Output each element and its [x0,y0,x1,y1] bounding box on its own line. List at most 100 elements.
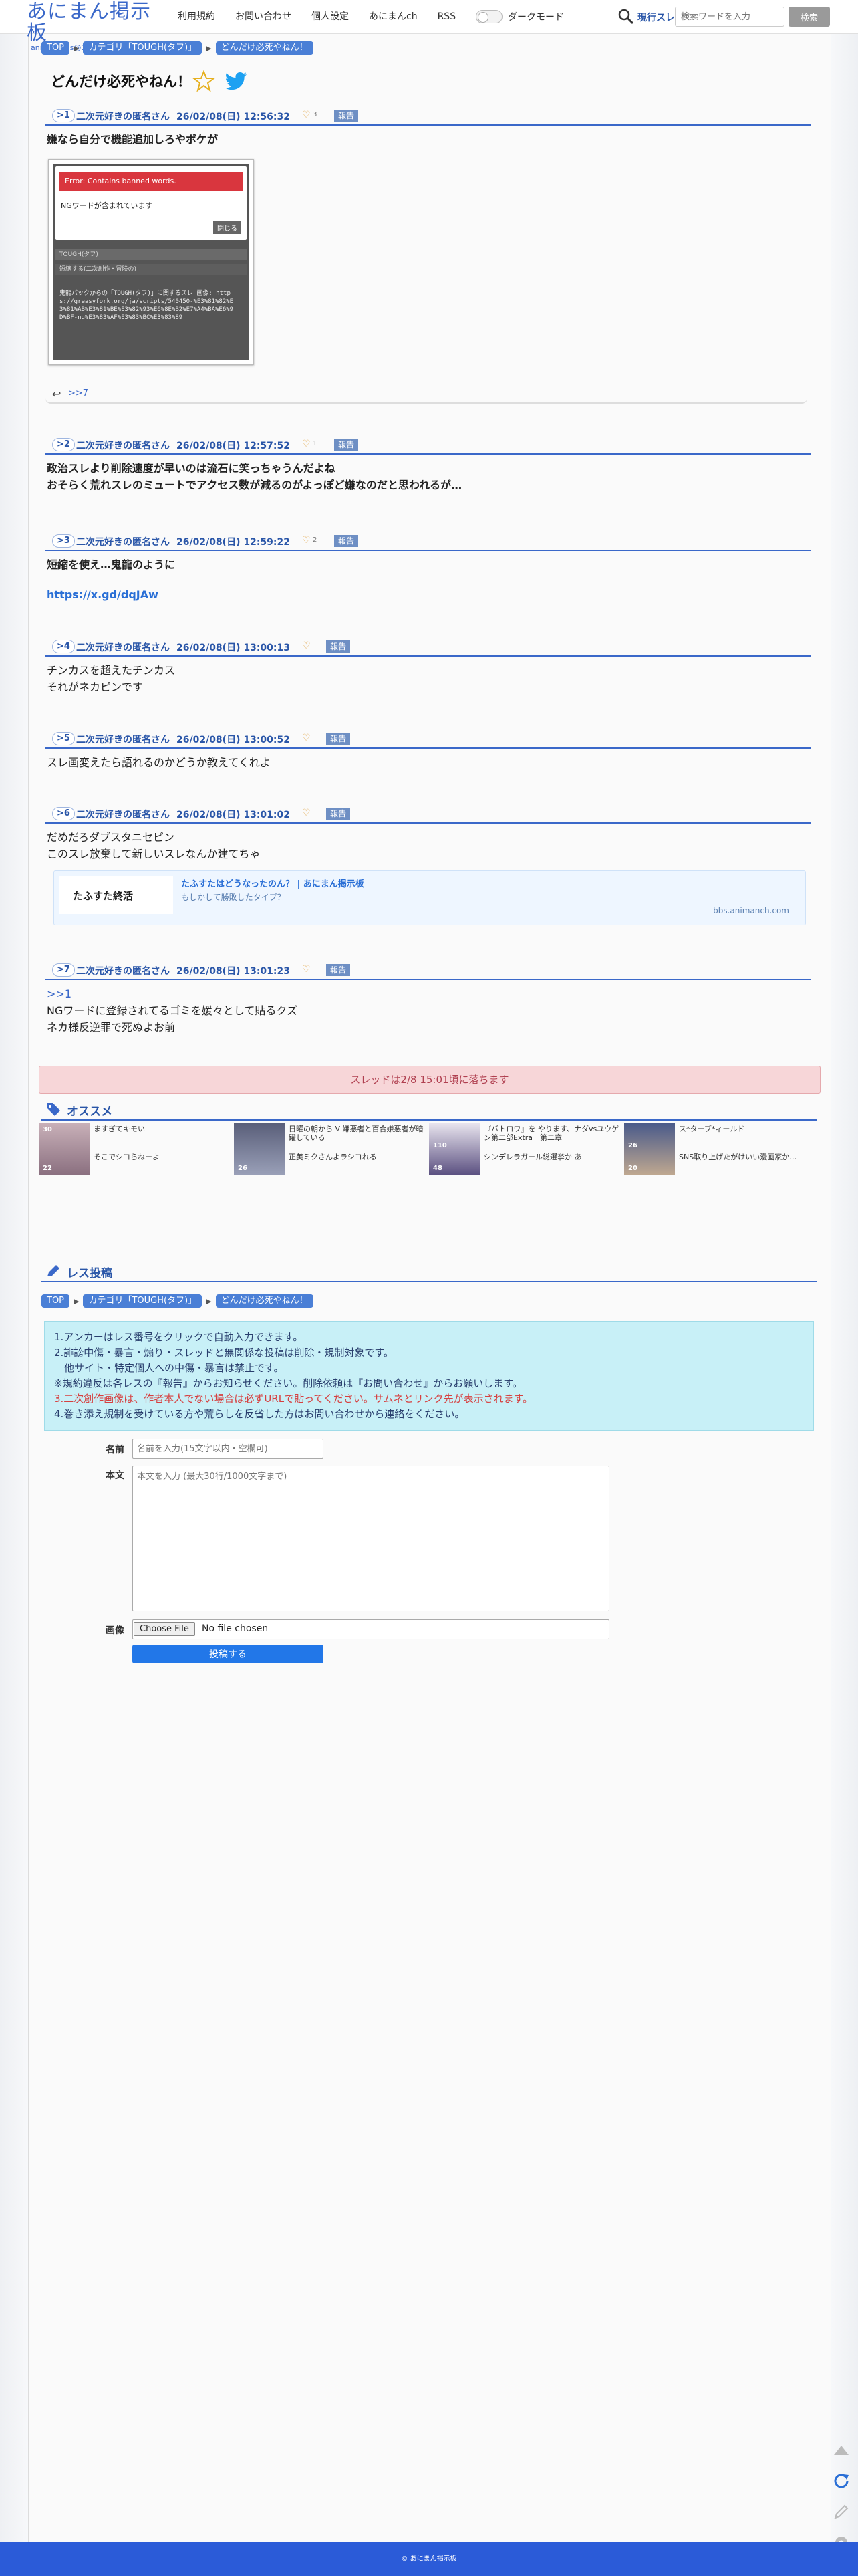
choose-file-button[interactable]: Choose File [134,1622,195,1636]
post-image[interactable]: Error: Contains banned words. NGワードが含まれて… [48,159,254,365]
post-number[interactable]: >5 [52,732,75,745]
report-button[interactable]: 報告 [334,535,359,547]
nav-settings[interactable]: 個人設定 [311,9,349,24]
post-author: 二次元好きの匿名さん [76,810,170,820]
recommend-title-text[interactable]: ス*ターブ*ィールド [679,1125,818,1133]
post-header: >3 二次元好きの匿名さん 26/02/08(日) 12:59:22 ♡ 2 報… [45,534,811,551]
post-date: 26/02/08(日) 12:56:32 [176,112,290,122]
heart-icon[interactable]: ♡ [302,964,311,975]
card-title[interactable]: たふすたはどうなったのん？ | あにまん掲示板 [181,876,364,889]
recommend-item[interactable]: 110 48 『バトロワ』を やります、ナダvsユウゲン第二部Extra 第二章 … [429,1123,621,1179]
recommend-count: 22 [43,1165,52,1172]
report-button[interactable]: 報告 [326,964,351,976]
post-number[interactable]: >4 [52,640,75,653]
pencil-icon [47,1265,59,1276]
recommend-item[interactable]: 30 22 ますぎてキモい そこでシコらねーよ [39,1123,231,1179]
post-author: 二次元好きの匿名さん [76,642,170,653]
reply-anchor-link[interactable]: >>7 [68,388,88,398]
card-description: もしかして勝敗したタイプ？ [181,893,285,902]
heart-icon[interactable]: ♡ [302,439,311,449]
post-date: 26/02/08(日) 13:00:52 [176,735,290,745]
post-line: おそらく荒れスレのミュートでアクセス数が減るのがよっぽど嫌なのだと思われるが… [47,479,462,491]
recommend-item[interactable]: 26 20 ス*ターブ*ィールド SNS取り上げたがけいい漫画家か… [624,1123,817,1179]
post-author: 二次元好きの匿名さん [76,537,170,548]
scroll-top-icon[interactable] [831,2440,851,2460]
report-button[interactable]: 報告 [334,110,359,122]
post-author: 二次元好きの匿名さん [76,966,170,977]
nav-rss[interactable]: RSS [438,9,456,24]
heart-icon[interactable]: ♡ [302,640,311,651]
nav-contact[interactable]: お問い合わせ [235,9,291,24]
like-count: 3 [313,111,317,118]
post-link[interactable]: https://x.gd/dqJAw [47,586,811,603]
post-number[interactable]: >3 [52,534,75,548]
rule-line: 2.誹謗中傷・暴言・煽り・スレッドと無関係な投稿は削除・規制対象です。 [54,1346,394,1359]
breadcrumb-thread[interactable]: どんだけ必死やねん！ [215,41,313,55]
body-field[interactable] [132,1466,609,1611]
post-number[interactable]: >1 [52,109,75,122]
recommend-title: オススメ [67,1105,112,1119]
heart-icon[interactable]: ♡ [302,733,311,743]
search-input[interactable] [675,7,784,27]
post-header: >7 二次元好きの匿名さん 26/02/08(日) 13:01:23 ♡ 報告 [45,963,811,980]
breadcrumb-thread[interactable]: どんだけ必死やねん！ [215,1294,313,1308]
heart-icon[interactable]: ♡ [302,808,311,818]
recommend-title-text[interactable]: 日曜の朝から V 嫌悪者と百合嫌悪者が暗躍している [289,1125,428,1142]
twitter-icon[interactable] [225,72,247,92]
nav-animanch[interactable]: あにまんch [369,9,418,24]
heart-icon[interactable]: ♡ [302,535,311,546]
anchor-link[interactable]: >>1 [47,985,811,1002]
post-number[interactable]: >6 [52,807,75,820]
reload-icon[interactable] [831,2471,851,2491]
heart-icon[interactable]: ♡ [302,110,311,120]
recommend-thumbnail: 30 22 [39,1123,90,1175]
post-body: 短縮を使え…鬼龍のように https://x.gd/dqJAw [45,556,811,603]
footer: © あにまん掲示板 [0,2542,858,2576]
post: >5 二次元好きの匿名さん 26/02/08(日) 13:00:52 ♡ 報告 … [45,731,811,771]
report-button[interactable]: 報告 [334,439,359,451]
recommend-title-text[interactable]: 正美ミクさんよラシコれる [289,1153,428,1161]
recommend-title-text[interactable]: シンデレラガール総選挙か あ [484,1153,623,1161]
submit-button[interactable]: 投稿する [132,1645,323,1663]
post: >4 二次元好きの匿名さん 26/02/08(日) 13:00:13 ♡ 報告 … [45,639,811,695]
dark-mode-toggle[interactable] [476,10,503,23]
post-number[interactable]: >7 [52,963,75,977]
recommend-title-text[interactable]: そこでシコらねーよ [94,1153,233,1161]
logo-title: あにまん掲示板 [27,0,151,45]
breadcrumb-category[interactable]: カテゴリ「TOUGH(タフ)」 [83,1294,202,1308]
recommend-count: 30 [43,1126,52,1133]
post-line: このスレ放棄して新しいスレなんか建てちゃ [47,848,261,860]
breadcrumb-top[interactable]: TOP [41,41,70,55]
post-line: 嫌なら自分で機能追加しろやボケが [47,133,219,146]
dialog-close-button: 閉じる [213,221,241,234]
recommend-count: 110 [433,1142,447,1149]
search-icon [618,9,634,25]
star-icon[interactable] [192,70,215,92]
report-button[interactable]: 報告 [326,808,351,820]
breadcrumb-category[interactable]: カテゴリ「TOUGH(タフ)」 [83,41,202,55]
search-scope-select[interactable]: 現行スレ [637,11,675,24]
recommend-title-text[interactable]: ますぎてキモい [94,1125,233,1133]
search-button[interactable]: 検索 [789,7,830,27]
edit-icon[interactable] [831,2502,851,2522]
post-header: >2 二次元好きの匿名さん 26/02/08(日) 12:57:52 ♡ 1 報… [45,437,811,455]
report-button[interactable]: 報告 [326,640,351,653]
image-label: 画像 [106,1625,124,1636]
card-thumbnail-text: たふすた終活 [73,890,134,902]
post-number[interactable]: >2 [52,438,75,451]
breadcrumb-top[interactable]: TOP [41,1294,70,1308]
report-button[interactable]: 報告 [326,733,351,745]
recommend-title-text[interactable]: 『バトロワ』を やります、ナダvsユウゲン第二部Extra 第二章 [484,1125,623,1142]
site-logo[interactable]: あにまん掲示板 animan bbs@二次元オリジー [27,1,167,52]
card-thumbnail: たふすた終活 [59,876,173,914]
page-title: どんだけ必死やねん！ [51,74,191,90]
recommend-item[interactable]: 26 日曜の朝から V 嫌悪者と百合嫌悪者が暗躍している 正美ミクさんよラシコれ… [234,1123,426,1179]
recommend-title-text[interactable]: SNS取り上げたがけいい漫画家か… [679,1153,818,1161]
nav-terms[interactable]: 利用規約 [178,9,215,24]
recommend-thumbnail: 26 20 [624,1123,675,1175]
main-nav: 利用規約 お問い合わせ 個人設定 あにまんch RSS [178,9,476,24]
top-header: あにまん掲示板 animan bbs@二次元オリジー 利用規約 お問い合わせ 個… [0,0,858,52]
link-card[interactable]: たふすた終活 たふすたはどうなったのん？ | あにまん掲示板 もしかして勝敗した… [53,870,806,925]
name-field[interactable] [132,1439,323,1459]
post-author: 二次元好きの匿名さん [76,112,170,122]
